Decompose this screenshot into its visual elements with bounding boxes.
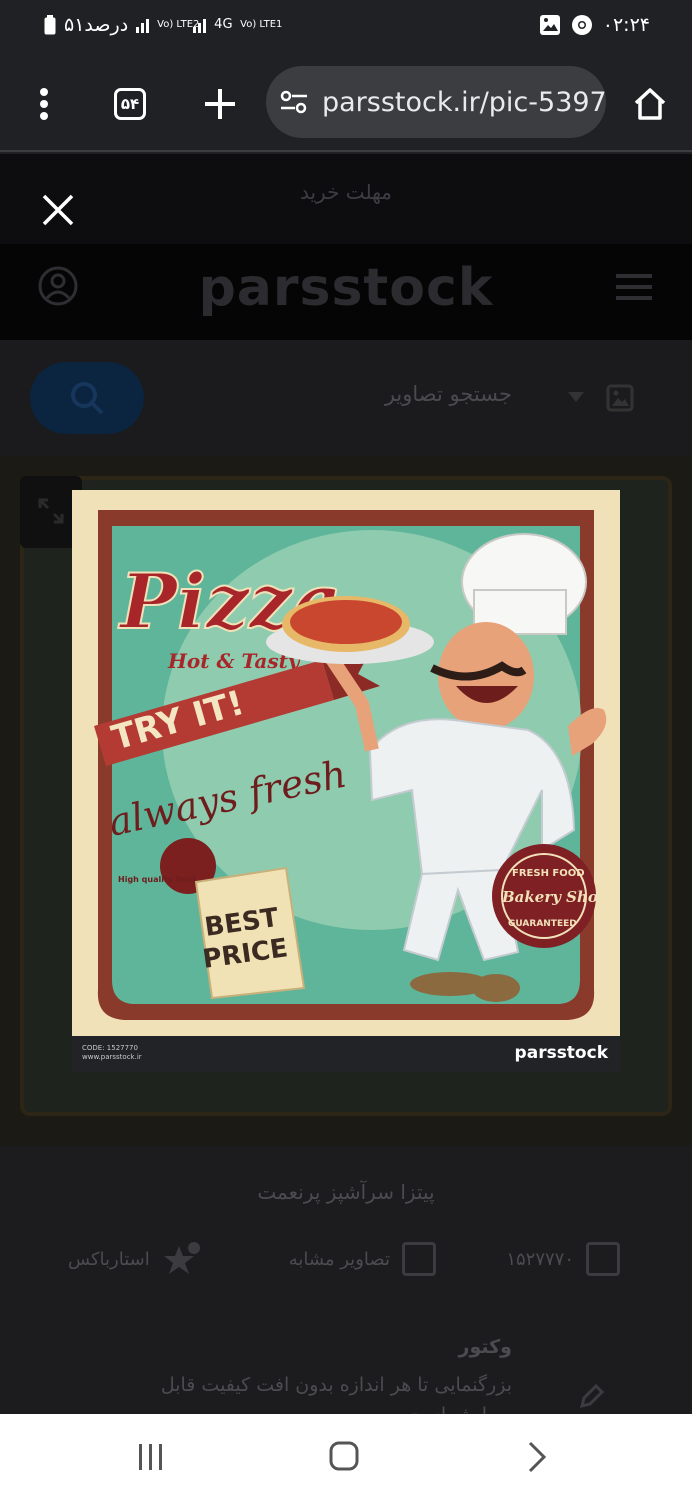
preview-footer: CODE: 1527770 www.parsstock.ir parsstock bbox=[72, 1036, 620, 1072]
image-title: پیتزا سرآشپز پرنعمت bbox=[257, 1180, 435, 1204]
url-text: parsstock.ir/pic-5397 bbox=[322, 86, 606, 118]
image-id-value: ۱۵۲۷۷۷۰ bbox=[506, 1248, 574, 1270]
image-id: ۱۵۲۷۷۷۰ bbox=[506, 1242, 620, 1276]
pizza-poster: Pizza Hot & Tasty TRY IT! always fresh H… bbox=[72, 490, 620, 1036]
promo-banner: مهلت خرید bbox=[0, 154, 692, 244]
preview-code: CODE: 1527770 www.parsstock.ir bbox=[82, 1044, 142, 1062]
star-add-icon bbox=[163, 1242, 200, 1274]
pizza-topping bbox=[290, 600, 402, 644]
preview-code-line: CODE: 1527770 bbox=[82, 1044, 138, 1052]
poster-quality-text: High quality food bbox=[118, 875, 196, 884]
search-button[interactable] bbox=[30, 362, 144, 434]
clock: ۰۲:۲۴ bbox=[602, 14, 650, 36]
home-button[interactable] bbox=[620, 74, 680, 134]
search-input[interactable]: جستجو تصاویر bbox=[385, 382, 512, 406]
back-nav-button[interactable] bbox=[526, 1440, 548, 1474]
search-icon bbox=[71, 382, 104, 415]
network-sim1: Vo) LTE1 bbox=[240, 19, 283, 30]
status-bar: ۰۲:۲۴ ۵۱درصد Vo) LTE2 4G Vo) LTE1 bbox=[0, 0, 692, 56]
site-settings-button[interactable] bbox=[280, 87, 308, 117]
signal-sim2-icon bbox=[136, 17, 150, 33]
starbucks-link[interactable]: استارباکس bbox=[68, 1242, 202, 1276]
more-vert-icon bbox=[40, 88, 48, 120]
photo-notification-icon bbox=[539, 15, 560, 35]
chrome-notification-icon bbox=[571, 15, 592, 35]
new-tab-icon bbox=[205, 89, 235, 119]
home-icon bbox=[634, 88, 666, 120]
signal-sim1-icon bbox=[193, 17, 207, 33]
promo-text: مهلت خرید bbox=[299, 180, 392, 204]
close-button[interactable] bbox=[36, 188, 80, 232]
vector-title: وکتور bbox=[458, 1336, 512, 1358]
expand-icon bbox=[38, 498, 64, 524]
new-tab-button[interactable] bbox=[190, 74, 250, 134]
image-type-icon[interactable] bbox=[606, 384, 634, 412]
system-nav-bar bbox=[0, 1414, 692, 1500]
similar-images-label: تصاویر مشابه bbox=[288, 1248, 390, 1270]
id-icon bbox=[586, 1242, 620, 1276]
status-left-group: ۵۱درصد Vo) LTE2 4G Vo) LTE1 bbox=[44, 14, 283, 36]
network-sim2: Vo) LTE2 bbox=[157, 19, 200, 30]
stamp-mid-text: Bakery Shop bbox=[501, 888, 609, 906]
close-icon bbox=[42, 194, 74, 226]
similar-images-link[interactable]: تصاویر مشابه bbox=[289, 1242, 436, 1276]
chevron-down-icon[interactable] bbox=[568, 392, 584, 402]
hamburger-menu-icon[interactable] bbox=[616, 272, 652, 302]
image-preview[interactable]: Pizza Hot & Tasty TRY IT! always fresh H… bbox=[72, 490, 620, 1072]
status-right-group: ۰۲:۲۴ bbox=[539, 14, 650, 36]
stamp-top-text: FRESH FOOD bbox=[512, 868, 585, 879]
preview-site-line: www.parsstock.ir bbox=[82, 1053, 142, 1061]
stamp-bottom-text: GUARANTEED bbox=[508, 919, 577, 929]
home-nav-button[interactable] bbox=[328, 1440, 360, 1472]
tab-switcher-icon: ۵۴ bbox=[114, 88, 146, 120]
recent-apps-button[interactable] bbox=[136, 1442, 166, 1472]
search-row: جستجو تصاویر bbox=[0, 340, 692, 456]
tab-switcher-button[interactable]: ۵۴ bbox=[100, 74, 160, 134]
browser-toolbar: ۵۴ parsstock.ir/pic-5397 bbox=[0, 56, 692, 152]
battery-percent: ۵۱درصد bbox=[64, 14, 129, 36]
battery-icon bbox=[44, 15, 56, 35]
site-logo[interactable]: parsstock bbox=[0, 258, 692, 318]
preview-brand: parsstock bbox=[514, 1043, 608, 1063]
edit-pen-icon bbox=[579, 1383, 605, 1409]
site-header: parsstock bbox=[0, 244, 692, 340]
vector-description: بزرگنمایی تا هر اندازه بدون افت کیفیت قا… bbox=[160, 1374, 512, 1414]
network-sim1-generation: 4G bbox=[214, 17, 233, 32]
site-settings-icon bbox=[280, 90, 307, 114]
gallery-icon bbox=[402, 1242, 436, 1276]
address-bar[interactable]: parsstock.ir/pic-5397 bbox=[266, 66, 606, 138]
menu-button[interactable] bbox=[14, 74, 74, 134]
starbucks-label: استارباکس bbox=[68, 1248, 150, 1270]
